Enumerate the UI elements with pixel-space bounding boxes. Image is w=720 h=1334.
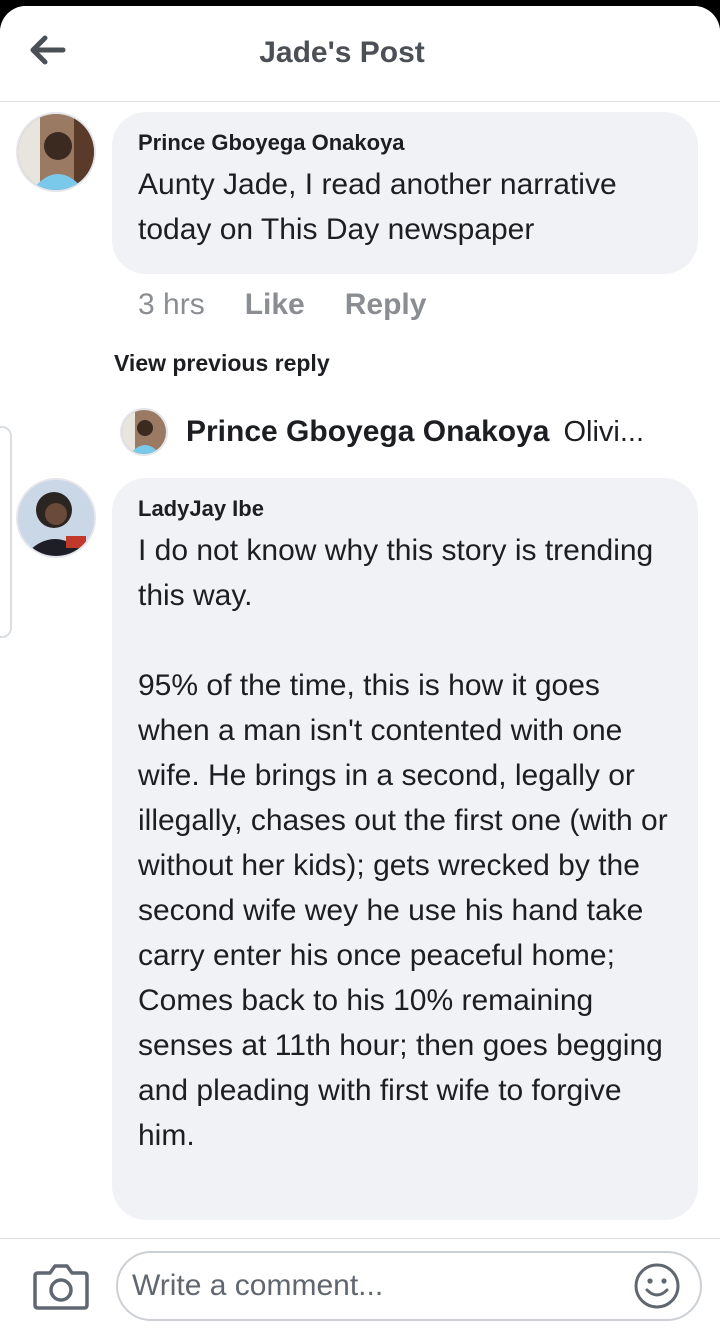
- like-button[interactable]: Like: [245, 288, 305, 322]
- comment-input[interactable]: [116, 1251, 702, 1321]
- top-bar: Jade's Post: [0, 6, 720, 102]
- comment-text: Aunty Jade, I read another narrative tod…: [138, 168, 617, 246]
- reply-preview-row[interactable]: Prince Gboyega Onakoya Olivi...: [120, 406, 680, 458]
- comment-bubble: LadyJay Ibe I do not know why this story…: [112, 478, 698, 1220]
- smiley-icon: [634, 1263, 680, 1309]
- camera-button[interactable]: [32, 1261, 90, 1311]
- person-photo-icon: [18, 480, 94, 556]
- avatar: [120, 408, 168, 456]
- reply-author: Prince Gboyega Onakoya: [186, 415, 550, 448]
- comment-composer: [0, 1238, 720, 1334]
- comment-author[interactable]: LadyJay Ibe: [138, 496, 672, 522]
- emoji-button[interactable]: [632, 1261, 682, 1311]
- comment-meta: 3 hrs Like Reply: [138, 288, 426, 322]
- comment-bubble: Prince Gboyega Onakoya Aunty Jade, I rea…: [112, 112, 698, 274]
- reply-button[interactable]: Reply: [345, 288, 427, 322]
- avatar[interactable]: [16, 478, 96, 558]
- comment-author[interactable]: Prince Gboyega Onakoya: [138, 130, 672, 156]
- page-title: Jade's Post: [259, 36, 425, 69]
- person-photo-icon: [122, 410, 166, 454]
- avatar[interactable]: [16, 112, 96, 192]
- view-previous-reply-link[interactable]: View previous reply: [114, 350, 330, 377]
- side-handle[interactable]: [0, 426, 12, 638]
- camera-icon: [33, 1264, 89, 1310]
- person-photo-icon: [18, 114, 94, 190]
- reply-preview-text: Olivi...: [563, 415, 645, 448]
- post-screen: Jade's Post Prince Gboyega Onakoya Aunty…: [0, 6, 720, 1334]
- comment-timestamp: 3 hrs: [138, 288, 205, 321]
- comment-text: I do not know why this story is trending…: [138, 534, 668, 1152]
